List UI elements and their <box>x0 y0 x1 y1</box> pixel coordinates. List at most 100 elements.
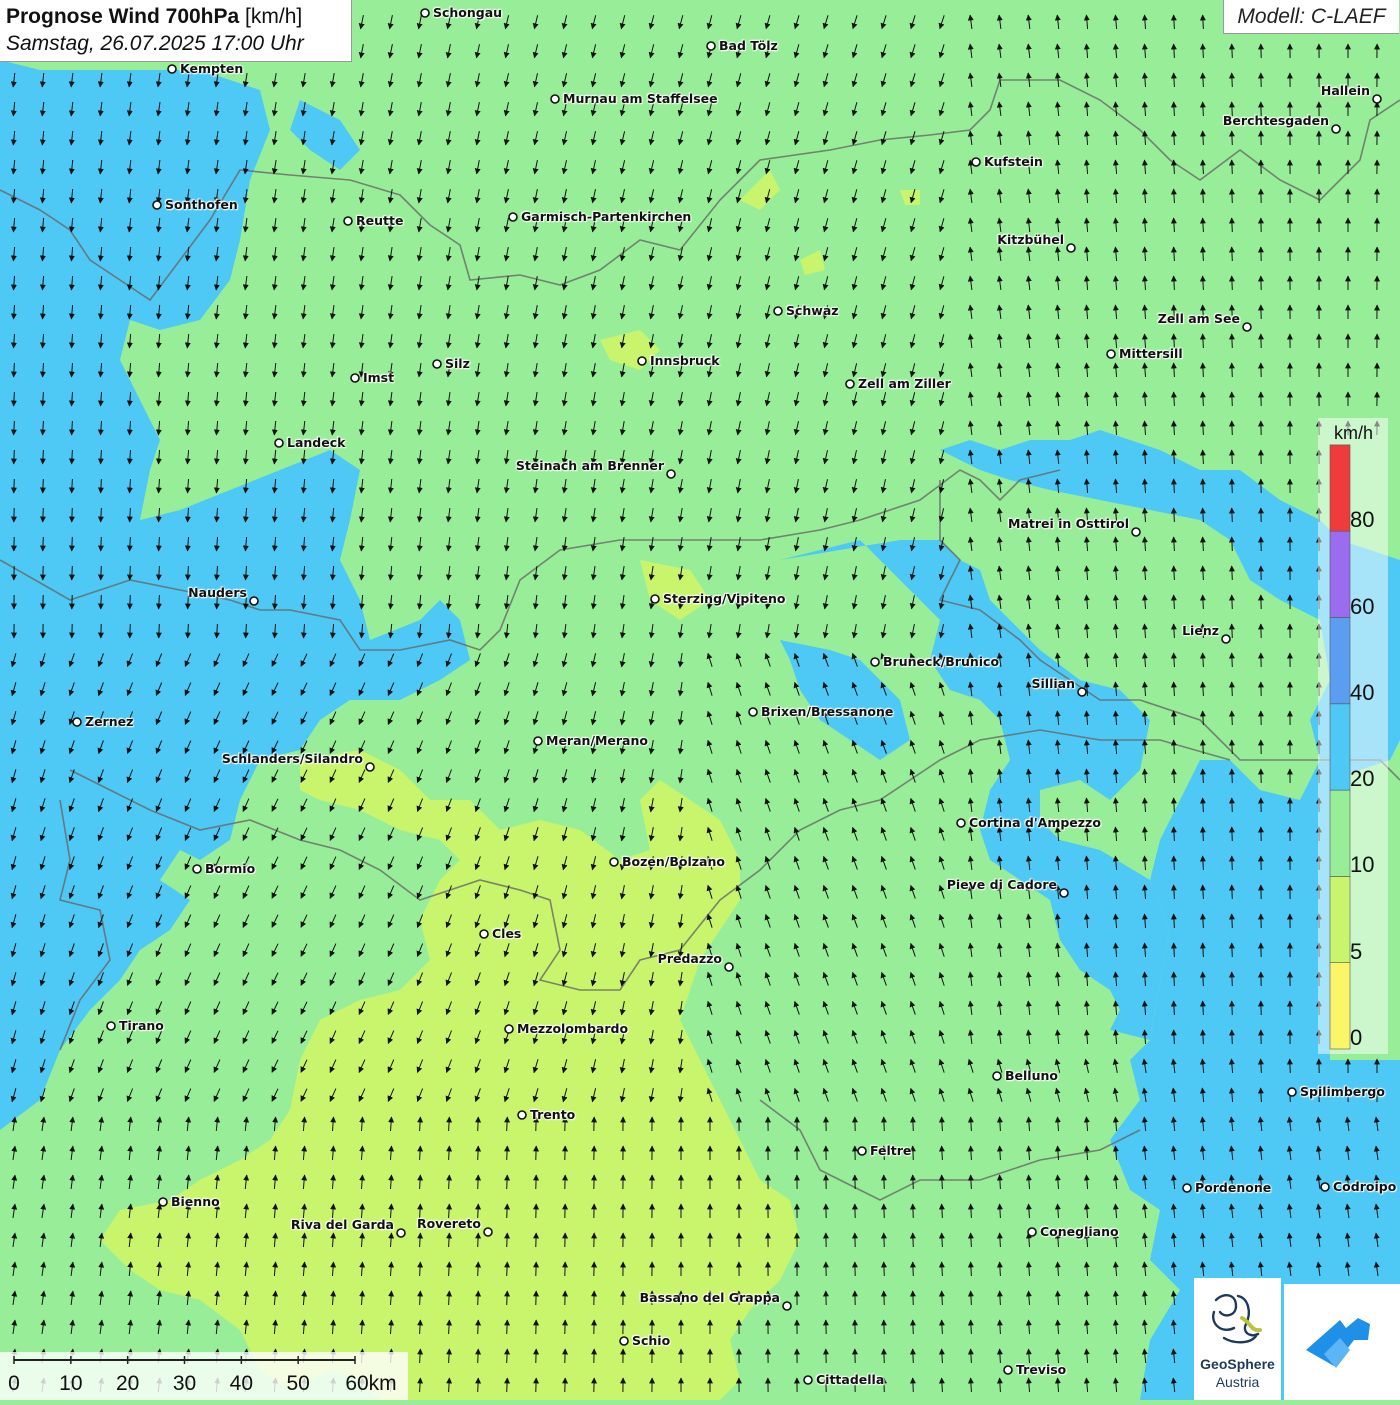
forecast-datetime: Samstag, 26.07.2025 17:00 Uhr <box>6 30 345 58</box>
wind-arrow <box>43 508 44 522</box>
city-marker <box>1060 889 1068 897</box>
wind-arrow <box>72 537 73 551</box>
city-label: Bormio <box>205 861 255 876</box>
scale-label: 60km <box>345 1372 396 1396</box>
city-label: Zell am Ziller <box>858 376 951 391</box>
geosphere-logo[interactable]: GeoSphere Austria <box>1194 1278 1281 1400</box>
wind-arrow <box>1232 247 1233 261</box>
city-marker <box>107 1022 115 1030</box>
wind-arrow <box>14 479 15 493</box>
app-logo[interactable] <box>1284 1284 1400 1400</box>
city-marker <box>783 1302 791 1310</box>
city-marker <box>193 865 201 873</box>
wind-arrow <box>478 1175 479 1189</box>
wind-arrow <box>507 1175 508 1189</box>
scale-label: 40 <box>230 1372 253 1396</box>
legend-segment <box>1330 876 1350 962</box>
city-marker <box>509 213 517 221</box>
city-marker <box>1332 125 1340 133</box>
wind-arrow <box>1232 450 1233 464</box>
city-label: Schwaz <box>786 303 839 318</box>
city-marker <box>610 858 618 866</box>
wind-arrow <box>101 595 102 609</box>
scale-label: 50 <box>286 1372 309 1396</box>
model-label: Modell: C-LAEF <box>1223 0 1399 34</box>
wind-arrow <box>1232 421 1233 435</box>
city-marker <box>1321 1183 1329 1191</box>
wind-arrow <box>130 566 131 580</box>
city-marker <box>749 708 757 716</box>
wind-arrow <box>478 1117 479 1131</box>
wind-arrow <box>72 508 73 522</box>
wind-arrow <box>913 1378 914 1392</box>
city-label: Meran/Merano <box>546 733 648 748</box>
city-marker <box>1107 350 1115 358</box>
wind-arrow <box>1232 566 1233 580</box>
city-marker <box>551 95 559 103</box>
city-label: Schlanders/Silandro <box>222 751 363 766</box>
city-marker <box>858 1147 866 1155</box>
wind-arrow <box>913 1117 914 1131</box>
city-marker <box>480 930 488 938</box>
legend-segment <box>1330 790 1350 876</box>
wind-arrow <box>1232 885 1233 899</box>
wind-arrow <box>913 1233 914 1247</box>
city-marker <box>1067 244 1075 252</box>
city-marker <box>153 201 161 209</box>
wind-arrow <box>1232 972 1233 986</box>
city-marker <box>366 763 374 771</box>
wind-arrow <box>1232 392 1233 406</box>
wind-arrow <box>884 1320 885 1334</box>
wind-arrow <box>1232 479 1233 493</box>
city-marker <box>972 158 980 166</box>
city-label: Feltre <box>870 1143 911 1158</box>
wind-arrow <box>1232 218 1233 232</box>
wind-arrow <box>1232 798 1233 812</box>
scale-label: 20 <box>116 1372 139 1396</box>
city-marker <box>725 963 733 971</box>
city-label: Conegliano <box>1040 1224 1119 1239</box>
wind-arrow <box>101 566 102 580</box>
city-label: Steinach am Brenner <box>516 458 664 473</box>
city-label: Codroipo <box>1333 1179 1396 1194</box>
wind-arrow <box>1232 769 1233 783</box>
wind-arrow <box>1232 537 1233 551</box>
city-label: Riva del Garda <box>291 1217 394 1232</box>
city-marker <box>433 360 441 368</box>
city-marker <box>534 737 542 745</box>
weather-app-icon <box>1284 1284 1400 1400</box>
wind-arrow <box>1232 943 1233 957</box>
wind-arrow <box>884 1117 885 1131</box>
wind-arrow <box>507 1204 508 1218</box>
wind-arrow <box>72 566 73 580</box>
city-label: Matrei in Osttirol <box>1008 516 1129 531</box>
city-label: Sonthofen <box>165 197 238 212</box>
city-marker <box>397 1229 405 1237</box>
city-label: Murnau am Staffelsee <box>563 91 718 106</box>
city-marker <box>73 718 81 726</box>
wind-arrow <box>1232 624 1233 638</box>
wind-arrow <box>1232 827 1233 841</box>
city-label: Pordenone <box>1195 1180 1271 1195</box>
wind-arrow <box>14 450 15 464</box>
wind-arrow <box>1232 44 1233 58</box>
city-label: Schongau <box>433 5 502 20</box>
wind-arrow <box>507 1320 508 1334</box>
scale-label: 30 <box>173 1372 196 1396</box>
title-box: Prognose Wind 700hPa [km/h] Samstag, 26.… <box>0 0 352 62</box>
wind-arrow <box>478 1233 479 1247</box>
wind-arrow <box>478 1146 479 1160</box>
geosphere-sub: Austria <box>1194 1374 1281 1390</box>
city-marker <box>1004 1366 1012 1374</box>
city-marker <box>1222 635 1230 643</box>
wind-arrow <box>913 1291 914 1305</box>
city-marker <box>1078 688 1086 696</box>
city-label: Silz <box>445 356 470 371</box>
city-label: Predazzo <box>658 951 722 966</box>
city-marker <box>484 1228 492 1236</box>
legend-tick-label: 0 <box>1350 1025 1362 1051</box>
city-label: Bienno <box>171 1194 220 1209</box>
city-label: Belluno <box>1005 1068 1058 1083</box>
wind-arrow <box>130 624 131 638</box>
city-marker <box>667 470 675 478</box>
